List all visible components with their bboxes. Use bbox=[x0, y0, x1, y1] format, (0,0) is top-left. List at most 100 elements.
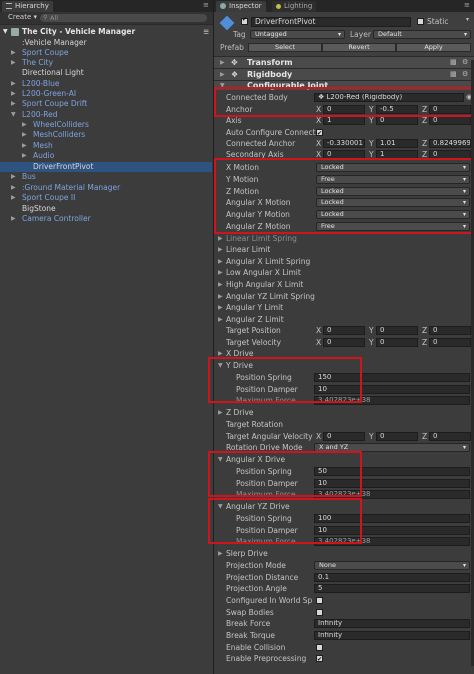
break-force-field[interactable]: Infinity bbox=[314, 619, 470, 628]
prefab-apply-button[interactable]: Apply bbox=[396, 43, 471, 52]
expand-arrow-icon[interactable]: ▶ bbox=[11, 172, 16, 182]
axis-z-field[interactable]: 0 bbox=[429, 116, 471, 125]
expand-arrow-icon[interactable]: ▶ bbox=[22, 141, 27, 151]
expand-arrow-icon[interactable]: ▼ bbox=[220, 83, 225, 89]
expand-arrow-icon[interactable]: ▶ bbox=[218, 267, 223, 278]
expand-arrow-icon[interactable]: ▶ bbox=[218, 256, 223, 267]
list-item[interactable]: ▶ MeshColliders bbox=[0, 130, 212, 140]
gear-icon[interactable]: ⚙ bbox=[462, 71, 468, 78]
linear-limit-spring-foldout[interactable]: ▶ Linear Limit Spring bbox=[214, 233, 474, 244]
angular-z-motion-dropdown[interactable]: Free bbox=[316, 222, 470, 231]
enable-collision-checkbox[interactable] bbox=[316, 644, 323, 651]
angular-yz-limit-spring-foldout[interactable]: ▶ Angular YZ Limit Spring bbox=[214, 291, 474, 302]
target-angular-velocity-y-field[interactable]: 0 bbox=[376, 432, 418, 441]
axis-y-field[interactable]: 0 bbox=[376, 116, 418, 125]
expand-arrow-icon[interactable]: ▼ bbox=[218, 501, 223, 512]
expand-arrow-icon[interactable]: ▶ bbox=[22, 151, 27, 161]
list-item[interactable]: ▶ WheelColliders bbox=[0, 120, 212, 130]
y-drive-maxforce-field[interactable]: 3.402823e+38 bbox=[314, 396, 470, 405]
target-angular-velocity-z-field[interactable]: 0 bbox=[429, 432, 471, 441]
y-drive-spring-field[interactable]: 150 bbox=[314, 373, 470, 382]
angular-x-drive-maxforce-field[interactable]: 3.402823e+38 bbox=[314, 490, 470, 499]
tab-inspector[interactable]: Inspector bbox=[216, 1, 266, 12]
tab-hierarchy[interactable]: Hierarchy bbox=[2, 1, 53, 12]
expand-arrow-icon[interactable]: ▶ bbox=[220, 72, 225, 78]
target-position-x-field[interactable]: 0 bbox=[323, 326, 365, 335]
create-button[interactable]: Create ▾ bbox=[8, 14, 37, 21]
z-motion-dropdown[interactable]: Locked bbox=[316, 187, 470, 196]
secondary-axis-x-field[interactable]: 0 bbox=[323, 150, 365, 159]
layer-dropdown[interactable]: Default bbox=[373, 30, 471, 39]
high-angular-x-limit-foldout[interactable]: ▶ High Angular X Limit bbox=[214, 279, 474, 290]
angular-x-limit-spring-foldout[interactable]: ▶ Angular X Limit Spring bbox=[214, 256, 474, 267]
list-item[interactable]: ▶ Bus bbox=[0, 172, 212, 182]
anchor-x-field[interactable]: 0 bbox=[323, 105, 365, 114]
list-item-selected[interactable]: DriverFrontPivot bbox=[0, 162, 212, 172]
tag-dropdown[interactable]: Untagged bbox=[250, 30, 345, 39]
list-item[interactable]: ▶ Camera Controller bbox=[0, 214, 212, 224]
secondary-axis-z-field[interactable]: 0 bbox=[429, 150, 471, 159]
expand-arrow-icon[interactable]: ▶ bbox=[11, 89, 16, 99]
list-item[interactable]: ▶:Ground Material Manager bbox=[0, 183, 212, 193]
expand-arrow-icon[interactable]: ▶ bbox=[218, 548, 223, 559]
angular-x-motion-dropdown[interactable]: Locked bbox=[316, 198, 470, 207]
x-motion-dropdown[interactable]: Locked bbox=[316, 163, 470, 172]
linear-limit-foldout[interactable]: ▶ Linear Limit bbox=[214, 244, 474, 255]
target-position-y-field[interactable]: 0 bbox=[376, 326, 418, 335]
list-item[interactable]: ▶ L200-Blue bbox=[0, 79, 212, 89]
swap-bodies-checkbox[interactable] bbox=[316, 609, 323, 616]
angular-yz-drive-damper-field[interactable]: 10 bbox=[314, 526, 470, 535]
expand-arrow-icon[interactable]: ▶ bbox=[11, 99, 16, 109]
connected-body-field[interactable]: ❖ L200-Red (Rigidbody) bbox=[314, 93, 464, 102]
anchor-y-field[interactable]: -0.5 bbox=[376, 105, 418, 114]
target-velocity-y-field[interactable]: 0 bbox=[376, 338, 418, 347]
scene-menu-icon[interactable]: ≡ bbox=[203, 27, 209, 37]
list-item[interactable]: ▼ L200-Red bbox=[0, 110, 212, 120]
angular-x-drive-foldout[interactable]: ▼ Angular X Drive bbox=[214, 454, 474, 465]
expand-arrow-icon[interactable]: ▶ bbox=[218, 233, 223, 244]
joint-component-header[interactable]: ▼ Configurable Joint bbox=[214, 80, 474, 90]
list-item[interactable]: Directional Light bbox=[0, 68, 212, 78]
y-drive-foldout[interactable]: ▼ Y Drive bbox=[214, 360, 474, 371]
expand-arrow-icon[interactable]: ▶ bbox=[218, 407, 223, 418]
help-icon[interactable]: ▩ bbox=[450, 71, 457, 78]
object-name-field[interactable]: DriverFrontPivot bbox=[251, 17, 411, 27]
angular-yz-drive-foldout[interactable]: ▼ Angular YZ Drive bbox=[214, 501, 474, 512]
angular-yz-drive-spring-field[interactable]: 100 bbox=[314, 514, 470, 523]
rotation-drive-mode-dropdown[interactable]: X and YZ bbox=[314, 443, 470, 452]
expand-arrow-icon[interactable]: ▶ bbox=[218, 244, 223, 255]
list-item[interactable]: ▶ Audio bbox=[0, 151, 212, 161]
expand-arrow-icon[interactable]: ▶ bbox=[220, 60, 225, 66]
projection-angle-field[interactable]: 5 bbox=[314, 584, 470, 593]
connected-anchor-z-field[interactable]: 0.8249969 bbox=[429, 139, 471, 148]
target-velocity-z-field[interactable]: 0 bbox=[429, 338, 471, 347]
expand-arrow-icon[interactable]: ▶ bbox=[218, 348, 223, 359]
tab-lighting[interactable]: Lighting bbox=[272, 1, 317, 12]
help-icon[interactable]: ▩ bbox=[450, 59, 457, 66]
list-item[interactable]: ▶ The City bbox=[0, 58, 212, 68]
expand-arrow-icon[interactable]: ▼ bbox=[11, 110, 16, 120]
list-item[interactable]: ▶ L200-Green-AI bbox=[0, 89, 212, 99]
active-checkbox[interactable] bbox=[241, 17, 248, 25]
low-angular-x-limit-foldout[interactable]: ▶ Low Angular X Limit bbox=[214, 267, 474, 278]
projection-mode-dropdown[interactable]: None bbox=[314, 561, 470, 570]
list-item[interactable]: ▶ Mesh bbox=[0, 141, 212, 151]
axis-x-field[interactable]: 1 bbox=[323, 116, 365, 125]
slerp-drive-foldout[interactable]: ▶ Slerp Drive bbox=[214, 548, 474, 559]
connected-anchor-x-field[interactable]: -0.330001 bbox=[323, 139, 365, 148]
prefab-revert-button[interactable]: Revert bbox=[322, 43, 396, 52]
expand-arrow-icon[interactable]: ▶ bbox=[11, 79, 16, 89]
expand-arrow-icon[interactable]: ▼ bbox=[218, 360, 223, 371]
list-item[interactable]: :Vehicle Manager bbox=[0, 38, 212, 48]
expand-arrow-icon[interactable]: ▶ bbox=[218, 291, 223, 302]
configured-in-world-checkbox[interactable] bbox=[316, 597, 323, 604]
target-velocity-x-field[interactable]: 0 bbox=[323, 338, 365, 347]
static-checkbox[interactable] bbox=[417, 18, 424, 25]
y-motion-dropdown[interactable]: Free bbox=[316, 175, 470, 184]
expand-arrow-icon[interactable]: ▼ bbox=[218, 454, 223, 465]
angular-y-limit-foldout[interactable]: ▶ Angular Y Limit bbox=[214, 302, 474, 313]
list-item[interactable]: ▶ Sport Coupe bbox=[0, 48, 212, 58]
anchor-z-field[interactable]: 0 bbox=[429, 105, 471, 114]
projection-distance-field[interactable]: 0.1 bbox=[314, 573, 470, 582]
expand-arrow-icon[interactable]: ▶ bbox=[218, 314, 223, 325]
